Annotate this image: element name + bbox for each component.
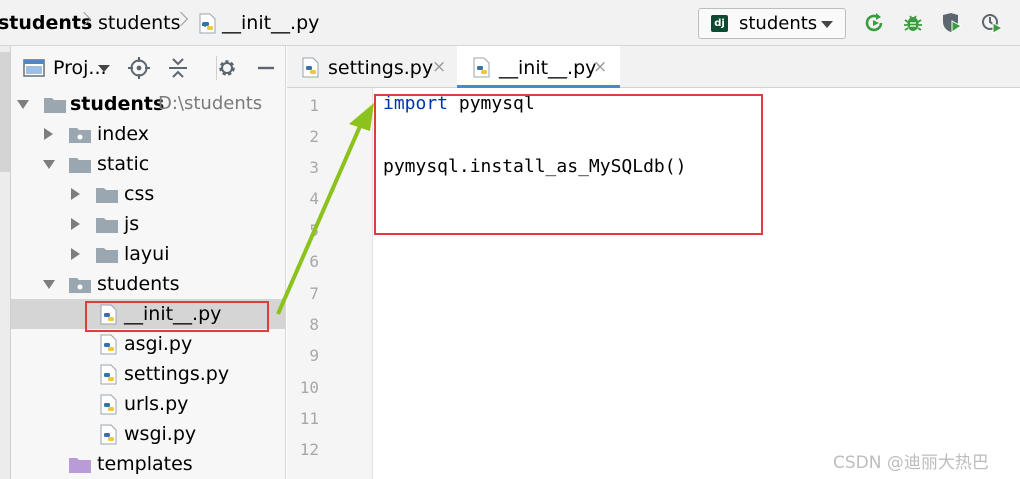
templates-folder-icon xyxy=(69,458,91,473)
tab-settings-py[interactable]: settings.py × xyxy=(287,46,455,88)
run-configuration-label: students xyxy=(739,13,818,34)
chevron-down-icon xyxy=(821,21,833,28)
line-number: 6 xyxy=(309,252,319,271)
django-icon: dj xyxy=(711,15,728,32)
watermark: CSDN @迪丽大热巴 xyxy=(833,453,989,473)
collapse-all-icon[interactable] xyxy=(167,57,189,79)
tree-item-root[interactable]: students D:\students xyxy=(11,89,286,119)
tree-item-students-package[interactable]: students xyxy=(11,269,286,299)
tree-item-label: students xyxy=(70,93,165,115)
tree-item-templates[interactable]: templates xyxy=(11,449,286,479)
project-tool-window-tab[interactable] xyxy=(0,52,10,172)
folder-icon xyxy=(69,158,91,173)
tree-item-label: settings.py xyxy=(124,363,230,385)
chevron-down-icon[interactable] xyxy=(98,65,110,72)
tree-item-label: static xyxy=(97,153,150,175)
coverage-icon[interactable] xyxy=(941,12,963,34)
breadcrumb-project[interactable]: students xyxy=(0,0,92,46)
file-highlight-box xyxy=(85,301,269,332)
tab-label: settings.py xyxy=(328,57,434,79)
breadcrumb-package[interactable]: students xyxy=(98,0,181,46)
folder-icon xyxy=(44,98,66,113)
project-panel: Proj... students D:\students index stati… xyxy=(11,46,286,479)
line-number: 9 xyxy=(309,346,319,365)
collapsed-arrow-icon[interactable] xyxy=(71,188,80,200)
navigation-bar: students students __init__.py dj student… xyxy=(0,0,1020,46)
gear-icon[interactable] xyxy=(216,57,238,79)
folder-icon xyxy=(96,188,118,203)
line-number: 12 xyxy=(299,440,319,459)
line-number-gutter: 1 2 3 4 5 6 7 8 9 10 11 12 xyxy=(287,88,373,479)
tree-item-layui[interactable]: layui xyxy=(11,239,286,269)
tree-item-label: css xyxy=(124,183,155,205)
collapsed-arrow-icon[interactable] xyxy=(71,248,80,260)
line-number: 2 xyxy=(309,127,319,146)
line-number: 8 xyxy=(309,315,319,334)
target-icon[interactable] xyxy=(128,57,150,79)
rerun-icon[interactable] xyxy=(864,12,886,34)
tree-item-asgi-py[interactable]: asgi.py xyxy=(11,329,286,359)
tree-item-static[interactable]: static xyxy=(11,149,286,179)
folder-icon xyxy=(96,248,118,263)
python-file-icon xyxy=(473,57,490,78)
tree-item-index[interactable]: index xyxy=(11,119,286,149)
line-number: 5 xyxy=(309,221,319,240)
tree-item-urls-py[interactable]: urls.py xyxy=(11,389,286,419)
tool-window-strip xyxy=(0,46,11,479)
tree-item-settings-py[interactable]: settings.py xyxy=(11,359,286,389)
tree-item-label: templates xyxy=(97,453,193,475)
tree-item-js[interactable]: js xyxy=(11,209,286,239)
minimize-icon[interactable] xyxy=(255,57,277,79)
line-number: 11 xyxy=(299,409,319,428)
tree-item-wsgi-py[interactable]: wsgi.py xyxy=(11,419,286,449)
breadcrumb-file[interactable]: __init__.py xyxy=(222,0,319,46)
python-file-icon xyxy=(100,334,117,355)
tree-item-label: layui xyxy=(124,243,170,265)
collapsed-arrow-icon[interactable] xyxy=(44,128,53,140)
python-file-icon xyxy=(302,57,319,78)
project-panel-header: Proj... xyxy=(11,46,286,88)
tab-init-py[interactable]: __init__.py × xyxy=(457,46,620,88)
python-file-icon xyxy=(100,424,117,445)
python-file-icon xyxy=(100,394,117,415)
folder-icon xyxy=(96,218,118,233)
tree-item-css[interactable]: css xyxy=(11,179,286,209)
line-number: 1 xyxy=(309,96,319,115)
collapsed-arrow-icon[interactable] xyxy=(71,218,80,230)
python-file-icon xyxy=(100,364,117,385)
editor-tab-bar: settings.py × __init__.py × xyxy=(287,46,1020,88)
tree-item-label: urls.py xyxy=(124,393,189,415)
run-configuration-selector[interactable]: dj students xyxy=(698,8,846,39)
python-file-icon xyxy=(199,13,216,34)
close-icon[interactable]: × xyxy=(432,46,446,88)
close-icon[interactable]: × xyxy=(593,46,607,88)
project-path: D:\students xyxy=(158,93,263,114)
tree-item-label: wsgi.py xyxy=(124,423,197,445)
package-folder-icon xyxy=(69,128,91,143)
expanded-arrow-icon[interactable] xyxy=(17,100,29,109)
package-folder-icon xyxy=(69,278,91,293)
profile-icon[interactable] xyxy=(981,12,1003,34)
line-number: 10 xyxy=(299,378,319,397)
tree-item-label: asgi.py xyxy=(124,333,193,355)
line-number: 4 xyxy=(309,189,319,208)
project-window-icon xyxy=(23,59,45,77)
tab-label: __init__.py xyxy=(499,57,597,79)
expanded-arrow-icon[interactable] xyxy=(43,160,55,169)
code-highlight-box xyxy=(374,94,763,235)
expanded-arrow-icon[interactable] xyxy=(43,280,55,289)
debug-icon[interactable] xyxy=(902,12,924,34)
line-number: 3 xyxy=(309,158,319,177)
tree-item-label: index xyxy=(97,123,149,145)
tree-item-label: students xyxy=(97,273,180,295)
tree-item-label: js xyxy=(124,213,140,235)
line-number: 7 xyxy=(309,284,319,303)
